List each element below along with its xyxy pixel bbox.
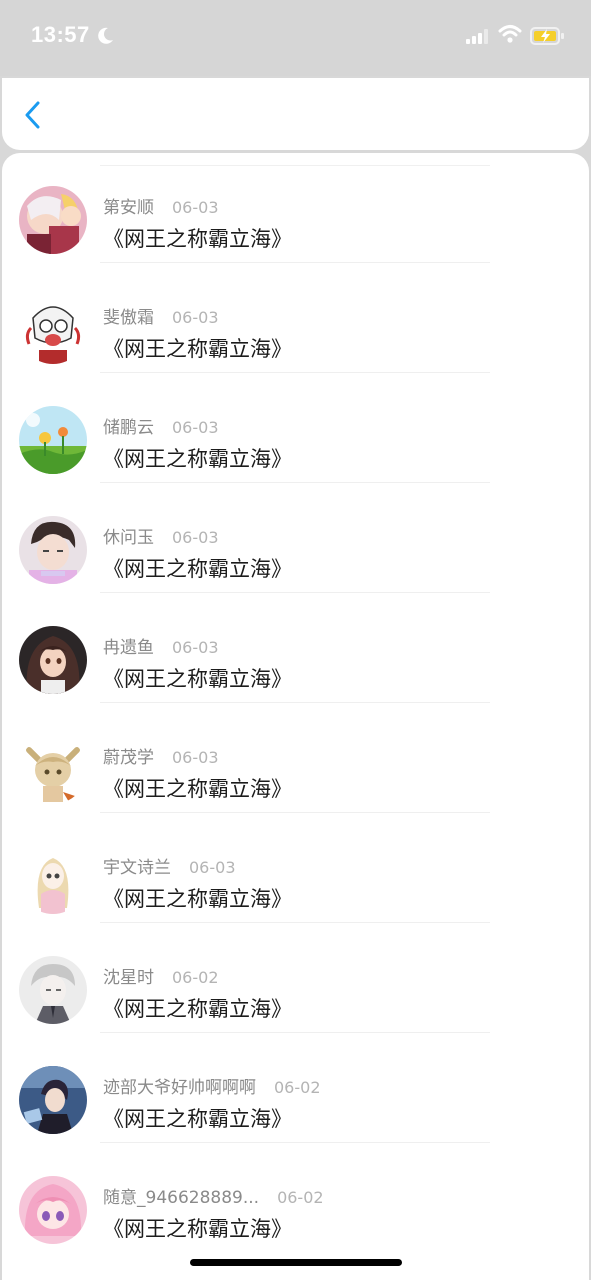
username-text: 宇文诗兰 [103,858,171,878]
comment-date: 06-03 [189,858,236,877]
comment-date: 06-03 [172,528,219,547]
username-text: 冉遗鱼 [103,638,154,658]
username: 斐傲霜 06-03 [103,303,219,328]
list-item[interactable]: 储鹏云 06-03 《网王之称霸立海》 [2,373,589,483]
avatar[interactable] [19,736,87,804]
list-item[interactable]: 随意_946628889... 06-02 《网王之称霸立海》 [2,1143,589,1253]
list-item[interactable]: 蔚茂学 06-03 《网王之称霸立海》 [2,703,589,813]
book-title: 《网王之称霸立海》 [103,447,292,471]
avatar[interactable] [19,516,87,584]
username: 随意_946628889... 06-02 [103,1183,324,1208]
wifi-icon [498,24,522,48]
comment-date: 06-03 [172,308,219,327]
avatar[interactable] [19,1066,87,1134]
comment-date: 06-03 [172,638,219,657]
book-title: 《网王之称霸立海》 [103,1107,292,1131]
status-time: 13:57 [31,22,90,47]
book-title: 《网王之称霸立海》 [103,337,292,361]
avatar[interactable] [19,956,87,1024]
username-text: 沈星时 [103,968,154,988]
comment-date: 06-03 [172,748,219,767]
book-title: 《网王之称霸立海》 [103,887,292,911]
avatar[interactable] [19,626,87,694]
battery-charging-icon [530,26,566,50]
comment-list: 第安顺 06-03 《网王之称霸立海》 斐傲霜 06-03 《网王之称霸立海》 [2,153,589,1280]
book-title: 《网王之称霸立海》 [103,667,292,691]
book-title: 《网王之称霸立海》 [103,1217,292,1241]
comment-date: 06-02 [277,1188,324,1207]
list-item[interactable]: 冉遗鱼 06-03 《网王之称霸立海》 [2,593,589,703]
book-title: 《网王之称霸立海》 [103,997,292,1021]
comment-date: 06-03 [172,198,219,217]
username: 储鹏云 06-03 [103,413,219,438]
username: 沈星时 06-02 [103,963,219,988]
avatar[interactable] [19,1176,87,1244]
status-bar: 13:57 [0,0,591,76]
avatar[interactable] [19,406,87,474]
list-item[interactable]: 宇文诗兰 06-03 《网王之称霸立海》 [2,813,589,923]
home-indicator[interactable] [190,1259,402,1266]
list-item[interactable]: 第安顺 06-03 《网王之称霸立海》 [2,153,589,263]
avatar[interactable] [19,846,87,914]
avatar[interactable] [19,186,87,254]
list-item[interactable]: 斐傲霜 06-03 《网王之称霸立海》 [2,263,589,373]
chevron-left-icon[interactable] [23,100,43,130]
nav-header [2,78,589,150]
username-text: 休问玉 [103,528,154,548]
back-button[interactable] [18,100,48,130]
username: 宇文诗兰 06-03 [103,853,236,878]
username-text: 储鹏云 [103,418,154,438]
username: 第安顺 06-03 [103,193,219,218]
username: 迹部大爷好帅啊啊啊 06-02 [103,1073,321,1098]
username-text: 蔚茂学 [103,748,154,768]
avatar[interactable] [19,296,87,364]
book-title: 《网王之称霸立海》 [103,777,292,801]
comment-date: 06-02 [274,1078,321,1097]
book-title: 《网王之称霸立海》 [103,557,292,581]
username-text: 斐傲霜 [103,308,154,328]
list-item[interactable]: 迹部大爷好帅啊啊啊 06-02 《网王之称霸立海》 [2,1033,589,1143]
list-item[interactable]: 沈星时 06-02 《网王之称霸立海》 [2,923,589,1033]
comment-date: 06-03 [172,418,219,437]
username-text: 随意_946628889... [103,1188,260,1208]
username-text: 第安顺 [103,198,154,218]
list-item[interactable]: 休问玉 06-03 《网王之称霸立海》 [2,483,589,593]
username: 冉遗鱼 06-03 [103,633,219,658]
book-title: 《网王之称霸立海》 [103,227,292,251]
moon-icon [95,26,115,50]
username-text: 迹部大爷好帅啊啊啊 [103,1078,256,1098]
comment-date: 06-02 [172,968,219,987]
signal-icon [466,28,490,48]
username: 蔚茂学 06-03 [103,743,219,768]
username: 休问玉 06-03 [103,523,219,548]
